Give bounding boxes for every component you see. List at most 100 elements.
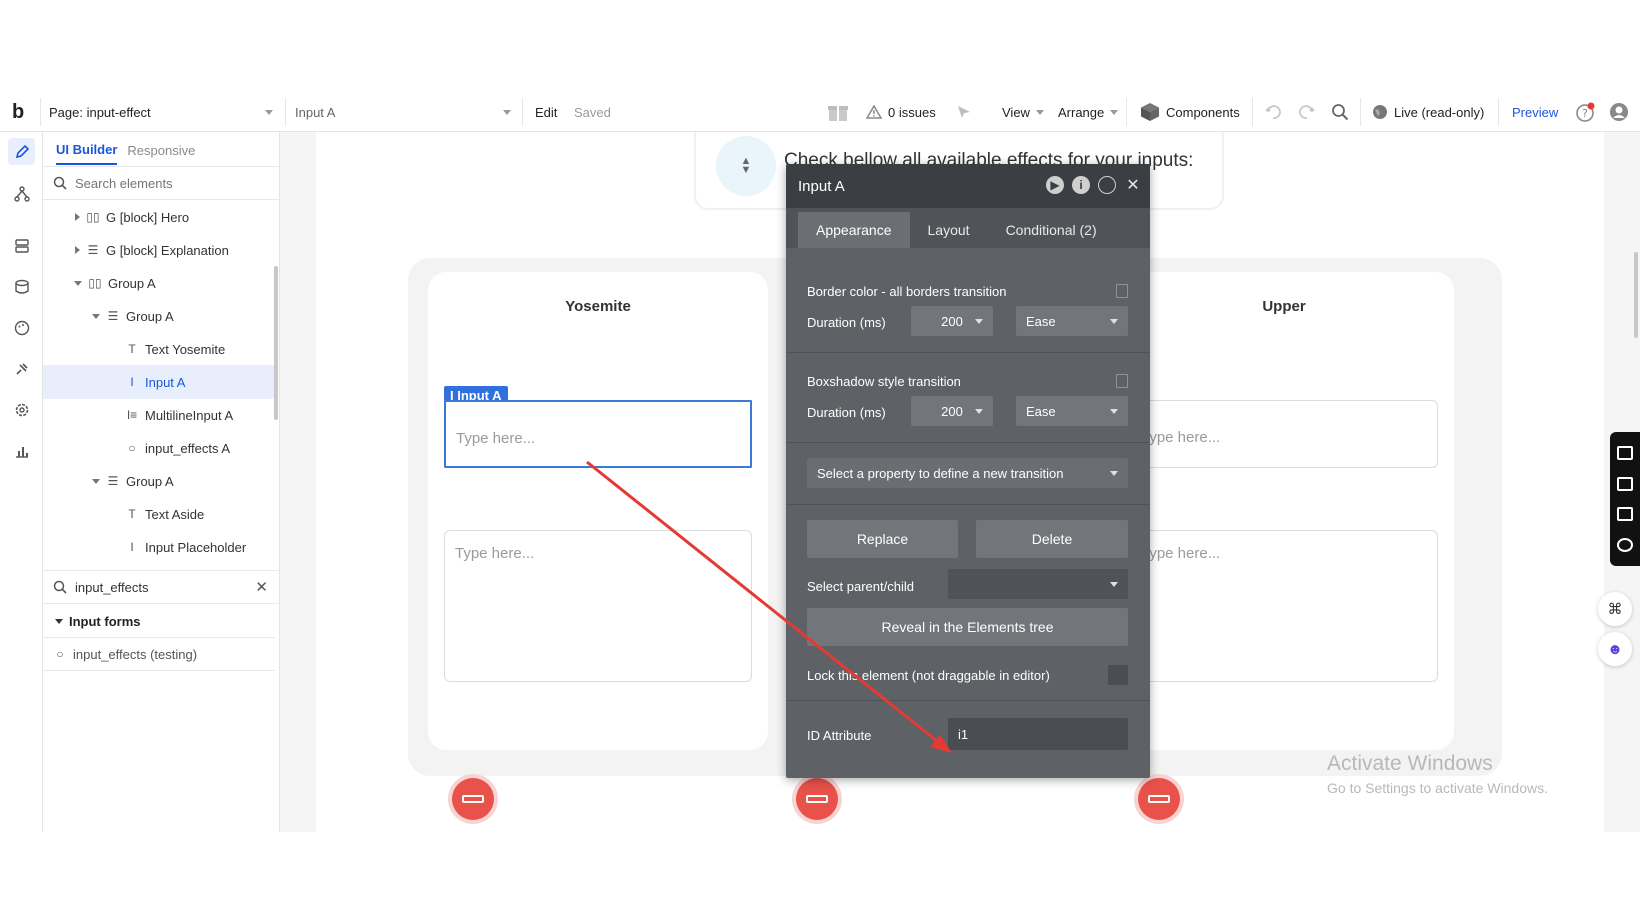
plugin-effect-button[interactable] [796,778,838,820]
settings-gear-icon[interactable] [1617,537,1633,552]
help-icon[interactable]: ? [1575,92,1595,132]
boxshadow-duration-select[interactable]: 200 [911,396,993,426]
row-group-icon: ☰ [107,309,119,323]
tab-responsive[interactable]: Responsive [127,143,195,164]
tree-item-multiline-input-a[interactable]: I≡ MultilineInput A [43,398,275,432]
section-input-forms[interactable]: Input forms [43,604,275,638]
trash-icon[interactable] [1116,284,1128,298]
issues-indicator[interactable]: 0 issues [866,92,936,132]
id-attribute-input[interactable]: i1 [948,718,1128,750]
edit-mode[interactable]: Edit [535,92,557,132]
data-icon[interactable] [8,232,35,259]
element-selector[interactable]: Input A [295,92,511,132]
design-pencil-icon[interactable] [8,138,35,165]
upper-multiline-field[interactable]: Type here... [1130,530,1438,682]
bubble-logo[interactable]: b [12,92,24,132]
plugin-element-label: input_effects (testing) [73,646,198,662]
collapse-arrow-icon[interactable] [92,478,100,484]
search-elements-input[interactable] [75,175,245,191]
tab-ui-builder[interactable]: UI Builder [56,142,118,165]
screen-icon[interactable] [1617,507,1633,522]
logs-chart-icon[interactable] [8,437,35,464]
search-icon[interactable] [1331,92,1349,132]
plugin-effect-button[interactable] [452,778,494,820]
clear-search-icon[interactable]: ✕ [255,578,268,596]
view-menu[interactable]: View [1002,92,1044,132]
collapse-arrow-icon[interactable] [92,313,100,319]
tree-scrollbar[interactable] [274,266,278,420]
cube-icon [1141,103,1159,121]
chevron-down-icon [975,319,983,324]
assistant-bot-icon[interactable]: ☻ [1598,632,1632,666]
multiline-input-field[interactable]: Type here... [444,530,752,682]
boxshadow-easing-select[interactable]: Ease [1016,396,1128,426]
camera-icon[interactable] [1617,446,1633,461]
tree-item-block-explanation[interactable]: ☰ G [block] Explanation [43,233,275,267]
tab-conditional[interactable]: Conditional (2) [988,212,1115,248]
redo-icon[interactable] [1298,92,1316,132]
new-transition-select[interactable]: Select a property to define a new transi… [807,458,1128,488]
tree-item-block-hero[interactable]: ▯▯ G [block] Hero [43,200,275,234]
settings-gear-icon[interactable] [8,396,35,423]
components-button[interactable]: Components [1140,92,1240,132]
input-placeholder: Type here... [1141,429,1221,446]
border-duration-select[interactable]: 200 [911,306,993,336]
tree-item-group-a-second[interactable]: ☰ Group A [43,464,275,498]
collapse-arrow-icon[interactable] [74,280,82,286]
select-parent-dropdown[interactable] [948,569,1128,599]
database-icon[interactable] [8,273,35,300]
search-icon [53,176,67,190]
plugin-effect-button[interactable] [1138,778,1180,820]
comment-icon[interactable] [1098,176,1116,194]
shortcut-command-icon[interactable]: ⌘ [1598,592,1632,626]
lock-element-checkbox[interactable] [1108,665,1128,685]
close-icon[interactable]: ✕ [1124,176,1142,194]
tree-item-input-a[interactable]: I Input A [43,365,275,399]
chevron-down-icon [1035,109,1044,115]
globe-icon [1373,105,1387,119]
undo-icon[interactable] [1264,92,1282,132]
chevron-down-icon [1110,319,1118,324]
tree-item-label: input_effects A [145,440,231,456]
canvas-scrollbar[interactable] [1634,252,1638,338]
tree-item-input-placeholder[interactable]: I Input Placeholder [43,530,275,564]
tree-item-group-a-nested[interactable]: ☰ Group A [43,299,275,333]
tree-item-input-effects-a[interactable]: ○ input_effects A [43,431,275,465]
page-selector[interactable]: Page: input-effect [49,92,277,132]
border-easing-select[interactable]: Ease [1016,306,1128,336]
expand-arrow-icon[interactable] [75,213,80,221]
property-editor-header: Input A ▶ i ✕ [786,164,1150,208]
elements-search [43,166,280,200]
inspect-cursor-icon[interactable] [956,92,972,132]
plugin-search-input[interactable] [75,579,245,595]
boxshadow-transition-label: Boxshadow style transition [807,374,961,389]
expand-arrow-icon[interactable] [75,246,80,254]
arrange-menu[interactable]: Arrange [1058,92,1119,132]
tab-appearance[interactable]: Appearance [798,212,910,248]
preview-button[interactable]: Preview [1512,92,1558,132]
gift-icon[interactable] [827,92,849,132]
delete-button[interactable]: Delete [976,520,1128,558]
play-icon[interactable]: ▶ [1046,176,1064,194]
page-selector-label: Page: input-effect [49,104,151,120]
sort-arrows-icon[interactable]: ▲ ▼ [716,136,776,196]
input-a-field[interactable]: Type here... [444,400,752,468]
workflow-icon[interactable] [8,180,35,207]
info-icon[interactable]: i [1072,176,1090,194]
live-version-selector[interactable]: Live (read-only) [1372,92,1484,132]
styles-palette-icon[interactable] [8,314,35,341]
reveal-in-tree-button[interactable]: Reveal in the Elements tree [807,608,1128,646]
reveal-label: Reveal in the Elements tree [881,619,1054,635]
tree-item-text-aside[interactable]: T Text Aside [43,497,275,531]
video-icon[interactable] [1617,476,1633,491]
tab-layout[interactable]: Layout [910,212,988,248]
plugins-icon[interactable] [8,355,35,382]
user-avatar-icon[interactable] [1609,92,1629,132]
plugin-element-item[interactable]: ○ input_effects (testing) [43,637,275,671]
collapse-arrow-icon[interactable] [55,618,63,624]
tree-item-group-a[interactable]: ▯▯ Group A [43,266,275,300]
upper-input-field[interactable]: Type here... [1130,400,1438,468]
replace-button[interactable]: Replace [807,520,958,558]
trash-icon[interactable] [1116,374,1128,388]
tree-item-text-yosemite[interactable]: T Text Yosemite [43,332,275,366]
